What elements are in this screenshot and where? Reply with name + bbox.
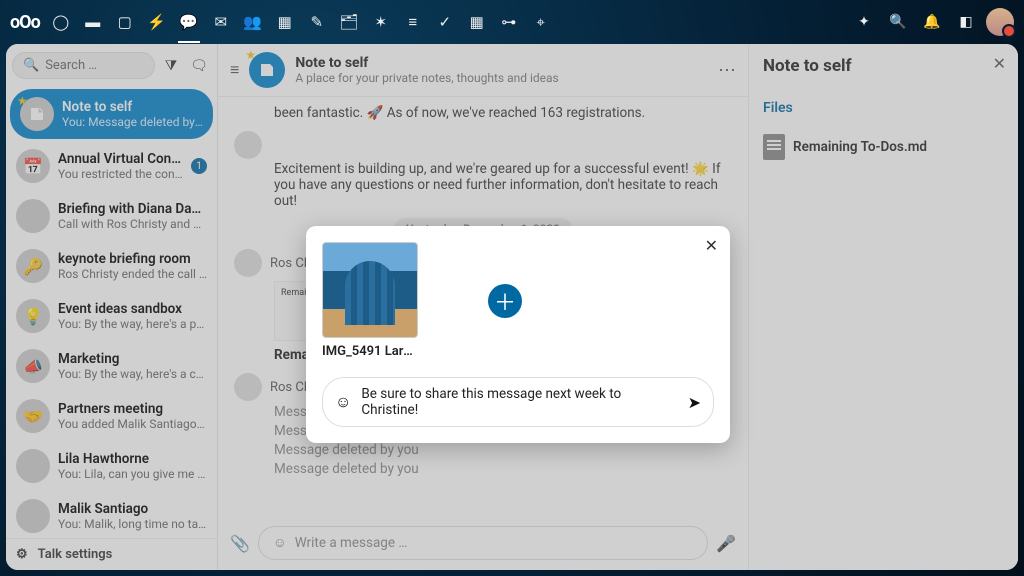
notifications-icon[interactable]: 🔔 <box>918 8 946 36</box>
activity-icon[interactable]: ⚡ <box>142 7 172 37</box>
search-icon[interactable]: 🔍 <box>884 8 912 36</box>
thumbnail-caption: IMG_5491 Large.… <box>322 344 418 359</box>
emoji-icon[interactable]: ☺ <box>335 392 351 412</box>
topbar-right: ✦ 🔍 🔔 ◧ <box>850 8 1014 36</box>
passwords-icon[interactable]: ⊶ <box>494 7 524 37</box>
app-shell: 🔍 Search … ⧩ 🗨 ★ Note to selfYou: Messag… <box>6 44 1018 570</box>
notes-icon[interactable]: ✎ <box>302 7 332 37</box>
forms-icon[interactable]: ✶ <box>366 7 396 37</box>
user-avatar[interactable] <box>986 8 1014 36</box>
assistant-icon[interactable]: ✦ <box>850 8 878 36</box>
calendar-icon[interactable]: ▦ <box>270 7 300 37</box>
dashboard-icon[interactable]: ◯ <box>46 7 76 37</box>
upload-modal: ✕ IMG_5491 Large.… ＋ ☺ Be sure to share … <box>306 226 730 443</box>
top-bar: oOo ◯ ▬ ▢ ⚡ 💬 ✉ 👥 ▦ ✎ 🗂 ✶ ≡ ✓ ▦ ⊶ ⌖ ✦ 🔍 … <box>0 0 1024 44</box>
talk-icon[interactable]: 💬 <box>174 7 204 37</box>
nextcloud-logo[interactable]: oOo <box>10 12 40 33</box>
contacts-icon[interactable]: 👥 <box>238 7 268 37</box>
mail-icon[interactable]: ✉ <box>206 7 236 37</box>
modal-message-input[interactable]: ☺ Be sure to share this message next wee… <box>322 377 714 427</box>
modal-message-text: Be sure to share this message next week … <box>361 386 677 418</box>
maps-icon[interactable]: ⌖ <box>526 7 556 37</box>
add-file-button[interactable]: ＋ <box>488 284 522 318</box>
tables-icon[interactable]: ▦ <box>462 7 492 37</box>
thumbnail-image <box>322 242 418 338</box>
photos-icon[interactable]: ▢ <box>110 7 140 37</box>
tasks-icon[interactable]: ✓ <box>430 7 460 37</box>
close-icon[interactable]: ✕ <box>705 236 718 255</box>
send-icon[interactable]: ➤ <box>688 393 701 412</box>
upload-thumbnail[interactable]: IMG_5491 Large.… <box>322 242 418 359</box>
deck-icon[interactable]: 🗂 <box>334 7 364 37</box>
tasks-list-icon[interactable]: ≡ <box>398 7 428 37</box>
files-icon[interactable]: ▬ <box>78 7 108 37</box>
app-nav: ◯ ▬ ▢ ⚡ 💬 ✉ 👥 ▦ ✎ 🗂 ✶ ≡ ✓ ▦ ⊶ ⌖ <box>46 7 556 37</box>
contacts-menu-icon[interactable]: ◧ <box>952 8 980 36</box>
